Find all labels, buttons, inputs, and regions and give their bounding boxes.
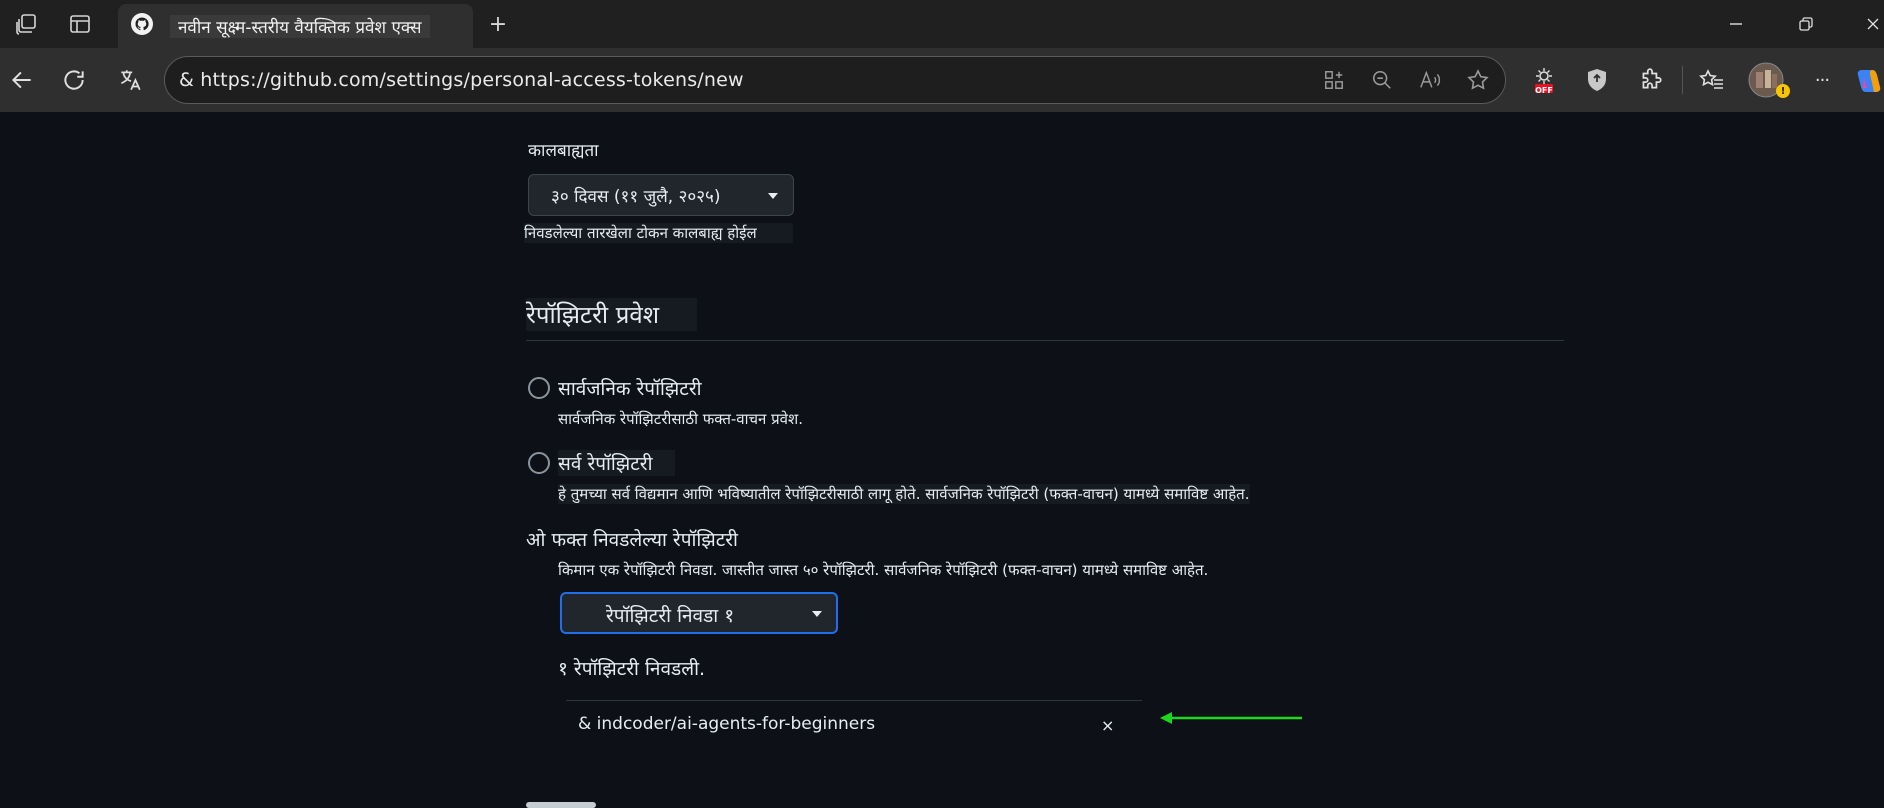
close-window-icon[interactable] [1862, 10, 1884, 38]
tab-title: नवीन सूक्ष्म-स्तरीय वैयक्तिक प्रवेश एक्स [170, 14, 430, 38]
profile-avatar[interactable]: ! [1746, 48, 1790, 112]
read-aloud-icon[interactable] [1414, 48, 1446, 112]
more-menu-button[interactable]: ··· [1804, 48, 1840, 112]
tab-active[interactable]: नवीन सूक्ष्म-स्तरीय वैयक्तिक प्रवेश एक्स [118, 4, 473, 48]
zoom-out-icon[interactable] [1366, 48, 1398, 112]
copilot-icon[interactable] [1856, 48, 1884, 112]
selected-repo-name: & indcoder/ai-agents-for-beginners [578, 714, 876, 734]
radio-all-repos[interactable] [528, 452, 550, 474]
chevron-down-icon [812, 611, 822, 617]
chevron-down-icon [768, 193, 778, 199]
public-repos-label[interactable]: सार्वजनिक रेपॉझिटरी [558, 375, 702, 401]
selected-repos-label[interactable]: ओ फक्त निवडलेल्या रेपॉझिटरी [526, 526, 738, 552]
new-tab-button[interactable]: + [484, 10, 512, 38]
github-icon [130, 12, 154, 40]
shield-icon[interactable] [1580, 48, 1614, 112]
next-section-heading-cutoff [526, 794, 616, 808]
all-repos-description: हे तुमच्या सर्व विद्यमान आणि भविष्यातील … [558, 484, 1250, 504]
tab-actions-icon[interactable] [64, 8, 96, 40]
public-repos-description: सार्वजनिक रेपॉझिटरीसाठी फक्त-वाचन प्रवेश… [558, 410, 803, 428]
settings-page: कालबाह्यता ३० दिवस (११ जुलै, २०२५) निवडल… [0, 112, 1884, 808]
select-repositories-label: रेपॉझिटरी निवडा १ [576, 601, 769, 629]
select-repositories-button[interactable]: रेपॉझिटरी निवडा १ [560, 592, 838, 634]
expiration-select[interactable]: ३० दिवस (११ जुलै, २०२५) [528, 174, 794, 216]
extensions-icon[interactable] [1634, 48, 1668, 112]
expiration-note: निवडलेल्या तारखेला टोकन कालबाह्य होईल [524, 223, 793, 243]
back-icon[interactable] [4, 48, 40, 112]
selected-repos-description: किमान एक रेपॉझिटरी निवडा. जास्तीत जास्त … [558, 561, 1209, 579]
refresh-icon[interactable] [56, 48, 92, 112]
radio-public-repos[interactable] [528, 377, 550, 399]
toolbar: & https://github.com/settings/personal-a… [0, 48, 1884, 112]
browser-window: नवीन सूक्ष्म-स्तरीय वैयक्तिक प्रवेश एक्स… [0, 0, 1884, 808]
address-bar[interactable]: & https://github.com/settings/personal-a… [164, 56, 1506, 104]
repo-access-heading: रेपॉझिटरी प्रवेश [526, 298, 698, 331]
tracker-blocker-icon[interactable]: OFF [1526, 48, 1562, 112]
app-available-icon[interactable] [1318, 48, 1350, 112]
favorite-star-icon[interactable] [1462, 48, 1494, 112]
tracker-badge: OFF [1535, 86, 1553, 95]
profile-warning-badge: ! [1776, 84, 1790, 98]
workspaces-icon[interactable] [10, 8, 42, 40]
section-divider [526, 340, 1564, 341]
all-repos-label[interactable]: सर्व रेपॉझिटरी [558, 450, 675, 476]
annotation-arrow-icon [1158, 710, 1304, 726]
url-text[interactable]: & https://github.com/settings/personal-a… [179, 69, 744, 91]
translate-icon[interactable] [112, 48, 148, 112]
favorites-icon[interactable] [1694, 48, 1730, 112]
toolbar-divider [1682, 66, 1683, 94]
tab-bar: नवीन सूक्ष्म-स्तरीय वैयक्तिक प्रवेश एक्स… [0, 0, 1884, 48]
restore-icon[interactable] [1792, 10, 1820, 38]
expiration-selected: ३० दिवस (११ जुलै, २०२५) [545, 183, 727, 208]
selected-count: १ रेपॉझिटरी निवडली. [558, 658, 706, 680]
expiration-label: कालबाह्यता [528, 141, 599, 161]
minimize-icon[interactable] [1722, 10, 1750, 38]
remove-repo-button[interactable]: × [1101, 716, 1114, 735]
